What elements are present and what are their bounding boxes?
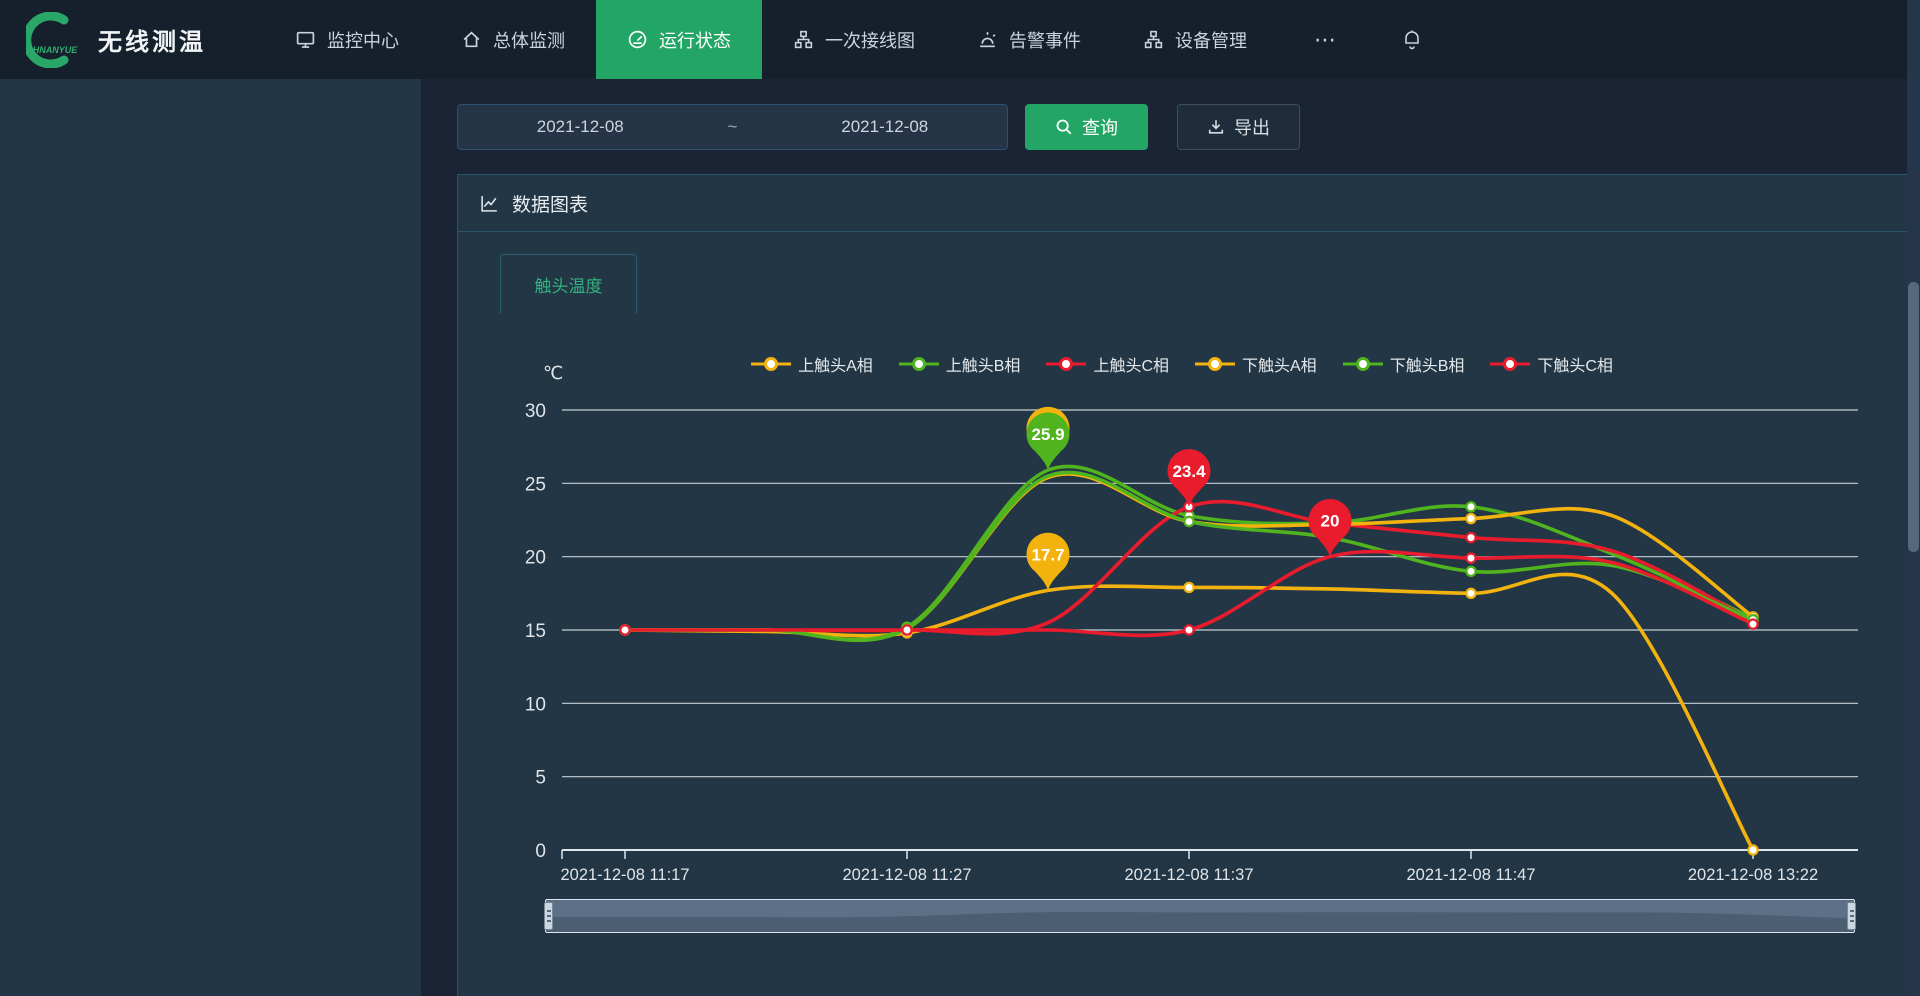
alarm-icon (977, 29, 998, 50)
panel-title: 数据图表 (512, 190, 588, 217)
nav-item-label: 监控中心 (327, 27, 399, 53)
legend-item-0[interactable]: 上触头A相 (751, 352, 873, 376)
datazoom-left-handle[interactable] (544, 902, 553, 930)
gauge-icon (627, 29, 648, 50)
app-title: 无线测温 (98, 22, 206, 57)
nav-item-label: 告警事件 (1009, 27, 1081, 53)
home-icon (461, 29, 482, 50)
legend-marker-icon (1195, 356, 1235, 372)
legend-marker-icon (1046, 356, 1086, 372)
datazoom-preview-silhouette (546, 900, 1854, 932)
nav-item-label: 设备管理 (1175, 27, 1247, 53)
legend-label: 下触头A相 (1242, 352, 1317, 376)
nav-item-monitor-center[interactable]: 监控中心 (264, 0, 430, 79)
brand-logo-icon: HNANYUE (26, 12, 82, 68)
nav-item-alarm-events[interactable]: 告警事件 (946, 0, 1112, 79)
app-screen: HNANYUE 无线测温 监控中心 总体监测 运行状态 一次接线图 (0, 0, 1920, 996)
legend-item-2[interactable]: 上触头C相 (1046, 352, 1169, 376)
legend-item-4[interactable]: 下触头B相 (1343, 352, 1465, 376)
legend-item-1[interactable]: 上触头B相 (899, 352, 1021, 376)
download-icon (1207, 118, 1225, 136)
legend-marker-icon (1490, 356, 1530, 372)
nav-more-button[interactable]: ⋯ (1278, 27, 1374, 53)
legend-label: 上触头C相 (1093, 352, 1169, 376)
legend-item-3[interactable]: 下触头A相 (1195, 352, 1317, 376)
legend-item-5[interactable]: 下触头C相 (1490, 352, 1613, 376)
page-scrollbar[interactable] (1907, 0, 1920, 996)
query-button-label: 查询 (1082, 114, 1118, 140)
tab-contact-temperature[interactable]: 触头温度 (500, 254, 637, 314)
date-separator: ~ (703, 117, 763, 137)
query-button[interactable]: 查询 (1025, 104, 1148, 150)
export-button[interactable]: 导出 (1177, 104, 1300, 150)
data-chart-panel: 数据图表 触头温度 (457, 174, 1908, 996)
datazoom-right-handle[interactable] (1847, 902, 1856, 930)
end-date-value[interactable]: 2021-12-08 (763, 117, 1008, 137)
page-scrollbar-thumb[interactable] (1908, 282, 1919, 552)
nav-item-label: 一次接线图 (825, 27, 915, 53)
date-range-picker[interactable]: 2021-12-08 ~ 2021-12-08 (457, 104, 1008, 150)
nav-item-overall-monitoring[interactable]: 总体监测 (430, 0, 596, 79)
legend-label: 上触头A相 (798, 352, 873, 376)
legend-label: 上触头B相 (946, 352, 1021, 376)
legend-marker-icon (899, 356, 939, 372)
nav-item-label: 运行状态 (659, 27, 731, 53)
nav-item-running-status[interactable]: 运行状态 (596, 0, 762, 79)
nav-item-label: 总体监测 (493, 27, 565, 53)
nav-item-primary-wiring-diagram[interactable]: 一次接线图 (762, 0, 946, 79)
legend-label: 下触头B相 (1390, 352, 1465, 376)
start-date-value[interactable]: 2021-12-08 (458, 117, 703, 137)
notification-bell-icon[interactable] (1374, 28, 1450, 52)
chart-line-icon (479, 193, 500, 214)
panel-header: 数据图表 (458, 175, 1907, 232)
device-manage-icon (1143, 29, 1164, 50)
wiring-diagram-icon (793, 29, 814, 50)
legend-marker-icon (751, 356, 791, 372)
chart-datazoom-slider[interactable] (545, 899, 1855, 933)
chart-legend: 上触头A相 上触头B相 上触头C相 下触头A相 下触头B相 下触头C相 (562, 352, 1802, 376)
monitor-icon (295, 29, 316, 50)
left-sidebar (0, 79, 421, 996)
y-axis-unit-label: ℃ (543, 363, 563, 384)
legend-label: 下触头C相 (1537, 352, 1613, 376)
top-nav: HNANYUE 无线测温 监控中心 总体监测 运行状态 一次接线图 (0, 0, 1920, 79)
nav-item-device-management[interactable]: 设备管理 (1112, 0, 1278, 79)
search-icon (1055, 118, 1073, 136)
legend-marker-icon (1343, 356, 1383, 372)
logo-text: HNANYUE (33, 45, 79, 55)
export-button-label: 导出 (1234, 114, 1270, 140)
